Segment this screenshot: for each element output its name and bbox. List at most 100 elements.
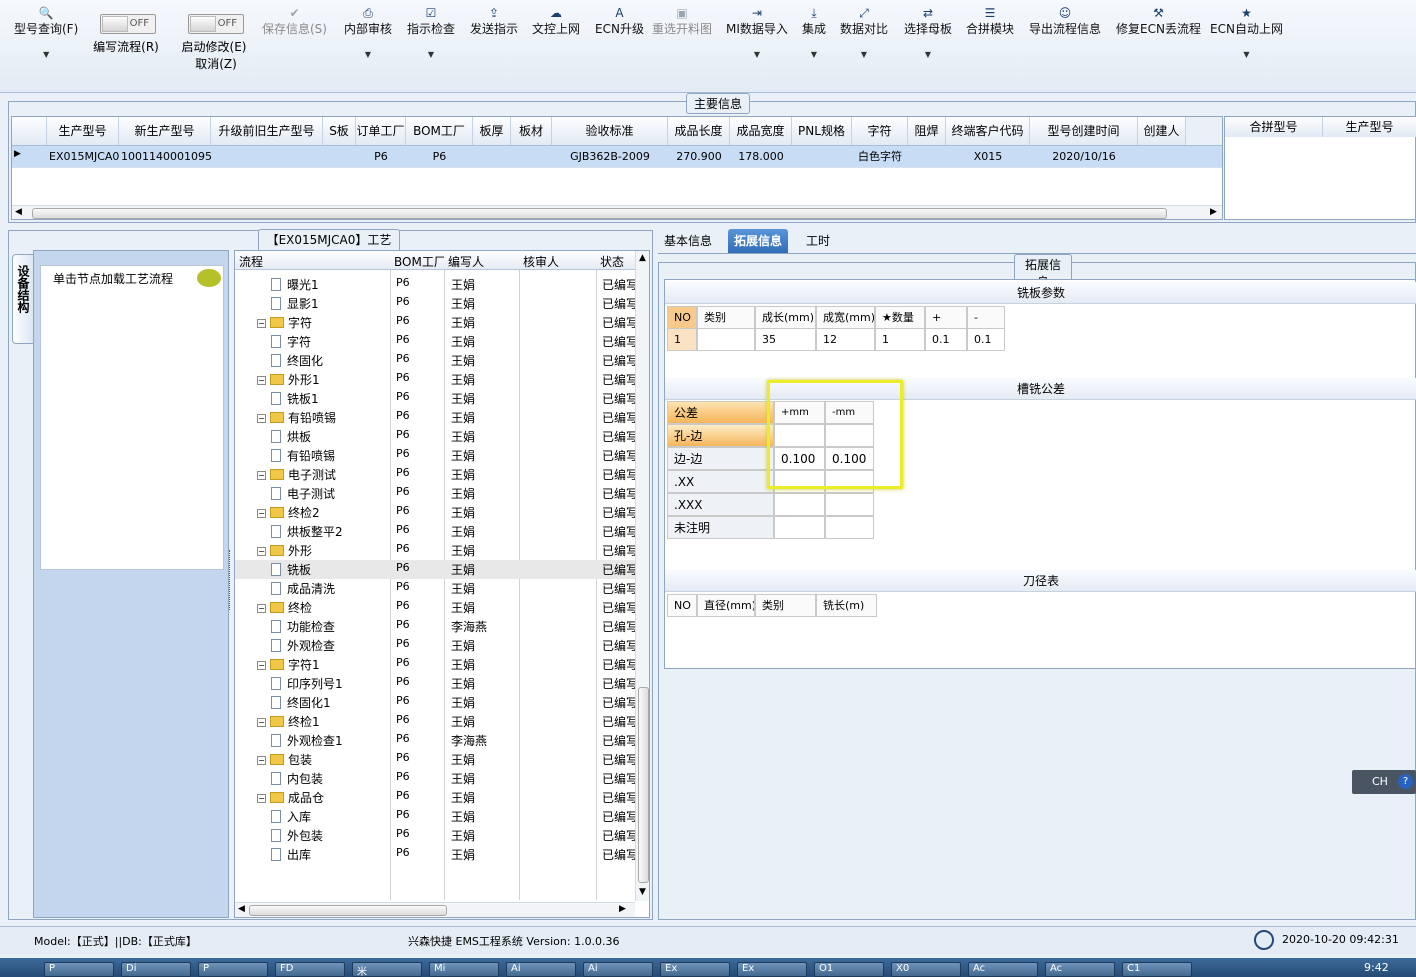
- col-header[interactable]: 验收标准: [552, 117, 668, 145]
- cell[interactable]: [825, 493, 874, 516]
- col-header[interactable]: BOM工厂: [406, 117, 473, 145]
- taskbar-item[interactable]: X0: [891, 962, 961, 977]
- help-icon[interactable]: ?: [1398, 774, 1413, 789]
- col-header[interactable]: S板: [323, 117, 356, 145]
- main-info-h-scrollbar[interactable]: ◀ ▶: [12, 205, 1222, 219]
- list-item[interactable]: 终固化1 P6 王娟 已编写: [235, 693, 640, 712]
- col-header[interactable]: 升级前旧生产型号: [211, 117, 323, 145]
- collapse-icon[interactable]: −: [257, 794, 266, 803]
- taskbar-item[interactable]: P: [198, 962, 268, 977]
- list-item[interactable]: − 外形1 P6 王娟 已编写: [235, 370, 640, 389]
- toolbar-button-6[interactable]: A ECN升级: [595, 6, 644, 37]
- list-item[interactable]: 外包装 P6 王娟 已编写: [235, 826, 640, 845]
- toolbar-button-12[interactable]: ☰ 合拼模块: [966, 6, 1014, 37]
- list-item[interactable]: 印序列号1 P6 王娟 已编写: [235, 674, 640, 693]
- tab-work-hours[interactable]: 工时: [800, 229, 836, 253]
- col-header[interactable]: 流程: [239, 253, 390, 270]
- chevron-down-icon[interactable]: ▼: [802, 47, 826, 63]
- chevron-down-icon[interactable]: ▼: [840, 47, 888, 63]
- col-header[interactable]: 编写人: [448, 253, 519, 270]
- toolbar-button-5[interactable]: ☁ 文控上网: [532, 6, 580, 37]
- scroll-up-icon[interactable]: ▲: [639, 253, 646, 263]
- taskbar-item[interactable]: O1: [814, 962, 884, 977]
- chevron-down-icon[interactable]: ▼: [344, 47, 392, 63]
- scroll-right-icon[interactable]: ▶: [1210, 207, 1217, 217]
- cell[interactable]: 1: [667, 328, 697, 351]
- list-item[interactable]: − 终检 P6 王娟 已编写: [235, 598, 640, 617]
- list-item[interactable]: − 成品仓 P6 王娟 已编写: [235, 788, 640, 807]
- taskbar-item[interactable]: FD: [275, 962, 345, 977]
- list-item[interactable]: − 字符1 P6 王娟 已编写: [235, 655, 640, 674]
- list-item[interactable]: 烘板整平2 P6 王娟 已编写: [235, 522, 640, 541]
- list-item[interactable]: 外观检查1 P6 李海燕 已编写: [235, 731, 640, 750]
- taskbar-item[interactable]: Di: [121, 962, 191, 977]
- list-item[interactable]: − 终检2 P6 王娟 已编写: [235, 503, 640, 522]
- cell[interactable]: [774, 516, 825, 539]
- taskbar-item[interactable]: Mi: [429, 962, 499, 977]
- col-header[interactable]: 成品长度: [668, 117, 730, 145]
- list-item[interactable]: − 终检1 P6 王娟 已编写: [235, 712, 640, 731]
- start-edit-toggle[interactable]: OFF: [188, 14, 244, 34]
- taskbar-item[interactable]: Ai: [583, 962, 653, 977]
- taskbar-item[interactable]: Ex: [660, 962, 730, 977]
- cell[interactable]: 12: [816, 328, 875, 351]
- cell[interactable]: 0.1: [967, 328, 1005, 351]
- col-header[interactable]: 核审人: [523, 253, 596, 270]
- scroll-left-icon[interactable]: ◀: [15, 207, 22, 217]
- list-item[interactable]: 电子测试 P6 王娟 已编写: [235, 484, 640, 503]
- toolbar-button-14[interactable]: ⚒ 修复ECN丢流程: [1116, 6, 1201, 37]
- scroll-thumb[interactable]: [32, 208, 1167, 219]
- taskbar-item[interactable]: Ai: [506, 962, 576, 977]
- chevron-down-icon[interactable]: ▼: [14, 47, 78, 63]
- col-header[interactable]: 创建人: [1138, 117, 1186, 145]
- toolbar-button-11[interactable]: ⇄ 选择母板 ▼: [904, 6, 952, 63]
- list-item[interactable]: − 外形 P6 王娟 已编写: [235, 541, 640, 560]
- tab-basic-info[interactable]: 基本信息: [658, 229, 718, 253]
- toolbar-button-9[interactable]: ⤓ 集成 ▼: [802, 6, 826, 63]
- taskbar-item[interactable]: C1: [1122, 962, 1192, 977]
- collapse-icon[interactable]: −: [257, 718, 266, 727]
- list-item[interactable]: 内包装 P6 王娟 已编写: [235, 769, 640, 788]
- collapse-icon[interactable]: −: [257, 414, 266, 423]
- collapse-icon[interactable]: −: [257, 376, 266, 385]
- col-header[interactable]: PNL规格: [792, 117, 852, 145]
- list-item[interactable]: 字符 P6 王娟 已编写: [235, 332, 640, 351]
- scroll-left-icon[interactable]: ◀: [238, 904, 245, 914]
- chevron-down-icon[interactable]: ▼: [726, 47, 788, 63]
- list-item[interactable]: 烘板 P6 王娟 已编写: [235, 427, 640, 446]
- list-item[interactable]: 成品清洗 P6 王娟 已编写: [235, 579, 640, 598]
- scroll-down-icon[interactable]: ▼: [639, 887, 646, 897]
- toolbar-button-8[interactable]: ⇥ MI数据导入 ▼: [726, 6, 788, 63]
- col-header[interactable]: 字符: [852, 117, 908, 145]
- toolbar-button-2[interactable]: ⎙ 内部审核 ▼: [344, 6, 392, 63]
- taskbar-item[interactable]: 米: [352, 962, 422, 977]
- toolbar-button-4[interactable]: ⇪ 发送指示: [470, 6, 518, 37]
- splitter-handle[interactable]: [229, 550, 233, 610]
- cell[interactable]: [825, 516, 874, 539]
- chevron-down-icon[interactable]: ▼: [1210, 47, 1283, 63]
- collapse-icon[interactable]: −: [257, 509, 266, 518]
- list-item[interactable]: 功能检查 P6 李海燕 已编写: [235, 617, 640, 636]
- col-header[interactable]: BOM工厂: [394, 253, 444, 270]
- list-item[interactable]: 出库 P6 王娟 已编写: [235, 845, 640, 864]
- col-header[interactable]: 型号创建时间: [1030, 117, 1138, 145]
- col-header[interactable]: 新生产型号: [119, 117, 211, 145]
- taskbar-item[interactable]: Ac: [1045, 962, 1115, 977]
- scroll-thumb[interactable]: [249, 905, 447, 916]
- collapse-icon[interactable]: −: [257, 604, 266, 613]
- taskbar-item[interactable]: Ex: [737, 962, 807, 977]
- scroll-thumb[interactable]: [638, 687, 649, 883]
- list-item[interactable]: − 字符 P6 王娟 已编写: [235, 313, 640, 332]
- cell[interactable]: 0.1: [925, 328, 967, 351]
- list-item[interactable]: 外观检查 P6 王娟 已编写: [235, 636, 640, 655]
- col-header[interactable]: 成品宽度: [730, 117, 792, 145]
- collapse-icon[interactable]: −: [257, 547, 266, 556]
- ime-indicator[interactable]: CH ?: [1352, 770, 1416, 794]
- side-tab-equipment[interactable]: 设备结构: [12, 254, 34, 344]
- taskbar-item[interactable]: P: [44, 962, 114, 977]
- write-flow-toggle[interactable]: OFF: [100, 14, 156, 34]
- taskbar-item[interactable]: Ac: [968, 962, 1038, 977]
- collapse-icon[interactable]: −: [257, 471, 266, 480]
- list-item[interactable]: 曝光1 P6 王娟 已编写: [235, 275, 640, 294]
- collapse-icon[interactable]: −: [257, 756, 266, 765]
